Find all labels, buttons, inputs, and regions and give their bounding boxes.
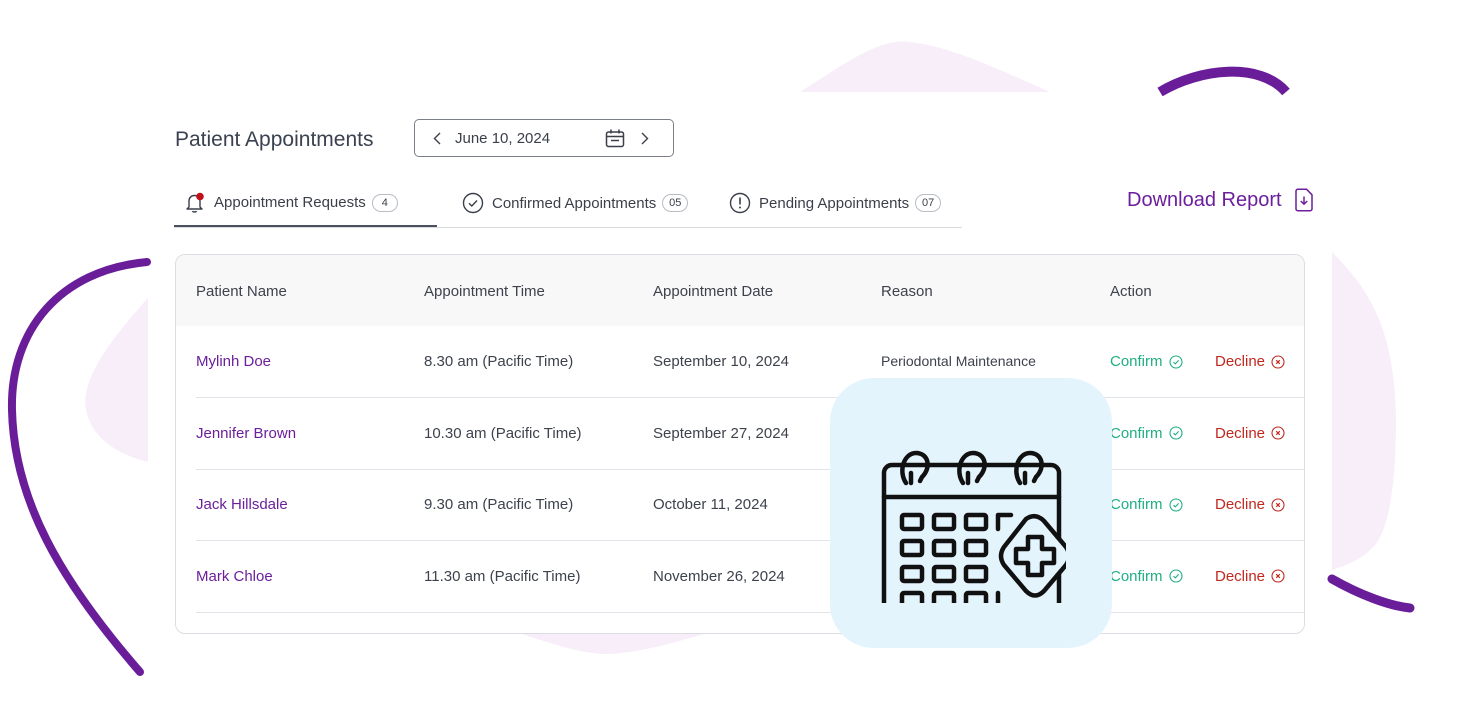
column-header-patient-name: Patient Name: [196, 283, 287, 300]
confirm-label: Confirm: [1110, 496, 1163, 513]
check-circle-icon: [1168, 426, 1183, 440]
appointments-table: Patient Name Appointment Time Appointmen…: [175, 254, 1305, 634]
appointment-reason: Periodontal Maintenance: [881, 353, 1036, 369]
date-picker-value[interactable]: June 10, 2024: [455, 130, 595, 147]
table-header: Patient Name Appointment Time Appointmen…: [176, 255, 1304, 326]
confirm-label: Confirm: [1110, 353, 1163, 370]
tab-label: Appointment Requests: [214, 194, 366, 211]
column-header-appointment-date: Appointment Date: [653, 283, 774, 300]
appointment-tabs: Appointment Requests 4 Confirmed Appoint…: [174, 180, 962, 228]
tab-count-badge: 4: [371, 193, 398, 212]
patient-name-link[interactable]: Mylinh Doe: [196, 353, 271, 370]
appointment-time: 8.30 am (Pacific Time): [424, 353, 574, 370]
patient-name-link[interactable]: Mark Chloe: [196, 568, 273, 585]
check-circle-icon: [1168, 497, 1183, 512]
chevron-right-icon[interactable]: [639, 130, 651, 146]
check-circle-icon: [462, 192, 484, 214]
appointment-time: 10.30 am (Pacific Time): [424, 424, 582, 442]
column-header-reason: Reason: [881, 283, 933, 300]
confirm-label: Confirm: [1110, 567, 1163, 585]
tab-appointment-requests[interactable]: Appointment Requests 4: [174, 180, 437, 227]
column-header-action: Action: [1110, 283, 1152, 300]
decline-label: Decline: [1215, 567, 1266, 585]
decline-label: Decline: [1215, 424, 1266, 442]
decline-label: Decline: [1215, 496, 1266, 513]
decline-button[interactable]: Decline: [1215, 568, 1285, 585]
column-header-appointment-time: Appointment Time: [424, 283, 545, 300]
confirm-button[interactable]: Confirm: [1110, 425, 1183, 442]
medical-calendar-tile: [830, 378, 1112, 648]
appointment-time: 9.30 am (Pacific Time): [424, 496, 574, 513]
table-row: Jack Hillsdale 9.30 am (Pacific Time) Oc…: [196, 469, 1304, 541]
tab-label: Confirmed Appointments: [492, 194, 657, 212]
check-circle-icon: [1168, 354, 1183, 369]
pink-blob-right: [1332, 252, 1396, 570]
table-row: Mylinh Doe 8.30 am (Pacific Time) Septem…: [196, 326, 1304, 398]
x-circle-icon: [1271, 497, 1285, 512]
pink-blob-top: [800, 41, 1050, 92]
decline-button[interactable]: Decline: [1215, 425, 1285, 442]
tab-count-badge: 05: [662, 194, 689, 212]
x-circle-icon: [1271, 426, 1285, 440]
tab-confirmed-appointments[interactable]: Confirmed Appointments 05: [462, 180, 689, 226]
table-row: Mark Chloe 11.30 am (Pacific Time) Novem…: [196, 541, 1304, 613]
download-report-button[interactable]: Download Report: [1127, 188, 1314, 212]
exclamation-circle-icon: [729, 192, 751, 214]
download-report-label: Download Report: [1127, 188, 1282, 211]
appointment-date: September 10, 2024: [653, 353, 789, 370]
page-title: Patient Appointments: [175, 128, 374, 151]
tab-label: Pending Appointments: [759, 194, 910, 212]
file-download-icon: [1294, 188, 1314, 212]
decline-label: Decline: [1215, 353, 1266, 370]
tab-pending-appointments[interactable]: Pending Appointments 07: [729, 180, 942, 226]
calendar-icon[interactable]: [605, 128, 627, 148]
decline-button[interactable]: Decline: [1215, 496, 1285, 513]
notification-dot: [196, 192, 204, 200]
decline-button[interactable]: Decline: [1215, 353, 1285, 370]
confirm-button[interactable]: Confirm: [1110, 496, 1183, 513]
appointment-date: November 26, 2024: [653, 567, 785, 585]
confirm-button[interactable]: Confirm: [1110, 568, 1183, 585]
x-circle-icon: [1271, 354, 1285, 369]
patient-name-link[interactable]: Jack Hillsdale: [196, 496, 288, 513]
patient-name-link[interactable]: Jennifer Brown: [196, 425, 296, 442]
table-row: Jennifer Brown 10.30 am (Pacific Time) S…: [196, 398, 1304, 470]
appointment-date: September 27, 2024: [653, 424, 789, 442]
chevron-left-icon[interactable]: [431, 130, 443, 146]
x-circle-icon: [1271, 569, 1285, 583]
confirm-label: Confirm: [1110, 424, 1163, 442]
pink-blob-left: [85, 298, 148, 462]
check-circle-icon: [1168, 569, 1183, 583]
medical-calendar-icon: [881, 450, 1066, 603]
appointment-time: 11.30 am (Pacific Time): [424, 567, 581, 585]
appointment-date: October 11, 2024: [653, 496, 768, 513]
date-picker[interactable]: June 10, 2024: [414, 119, 674, 157]
confirm-button[interactable]: Confirm: [1110, 353, 1183, 370]
bell-icon: [184, 192, 206, 214]
tab-count-badge: 07: [915, 194, 942, 212]
